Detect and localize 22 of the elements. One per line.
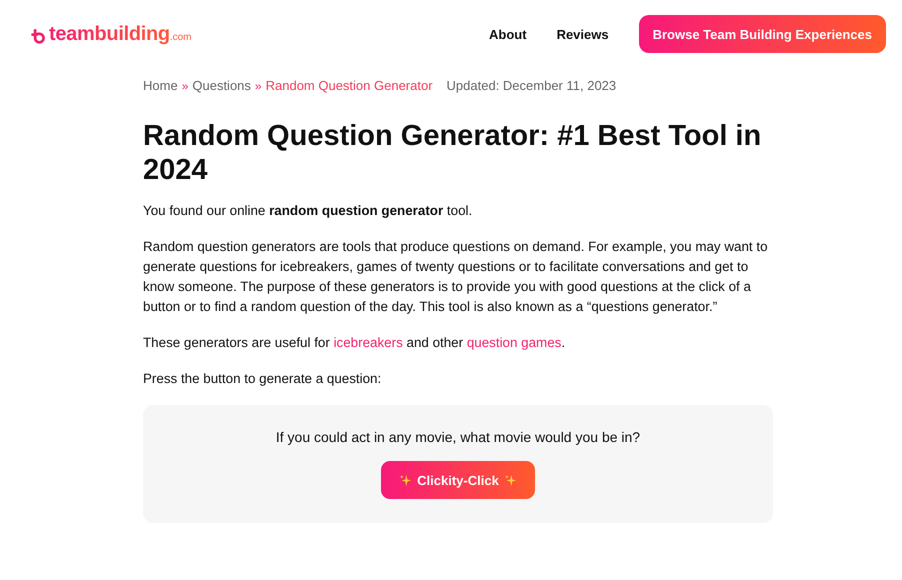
breadcrumb-separator: » bbox=[182, 78, 188, 92]
sparkle-icon bbox=[504, 474, 517, 486]
generate-button[interactable]: Clickity-Click bbox=[381, 461, 535, 499]
breadcrumb-link[interactable]: Questions bbox=[192, 78, 251, 93]
text-link[interactable]: icebreakers bbox=[334, 335, 403, 350]
breadcrumb-link[interactable]: Home bbox=[143, 78, 178, 93]
paragraph: You found our online random question generator tool. bbox=[143, 202, 474, 220]
breadcrumb-link[interactable]: Random Question Generator bbox=[266, 78, 433, 93]
paragraph: Random question generators are tools that produce questions on demand. For example, you may want to generate questions for icebreakers, games of twenty questions or to facilitate conversations and get to know someone. The purpose of these generators is to provide you with good questions at the click of a button or to find a random question of the day. This tool is also known as a “questions generator.” bbox=[143, 238, 769, 316]
nav-link[interactable]: Reviews bbox=[556, 26, 609, 42]
paragraph: Press the button to generate a question: bbox=[143, 370, 382, 388]
sparkle-icon bbox=[399, 474, 412, 486]
browse-button[interactable]: Browse Team Building Experiences bbox=[638, 15, 886, 53]
nav-link[interactable]: About bbox=[489, 26, 527, 42]
paragraph-text: . bbox=[561, 335, 566, 350]
paragraph-text: These generators are useful for bbox=[143, 335, 331, 350]
question-text: If you could act in any movie, what movie would you be in? bbox=[276, 429, 640, 445]
page-title: Random Question Generator: #1 Best Tool in 2024 bbox=[143, 119, 762, 187]
text-link[interactable]: question games bbox=[466, 335, 562, 350]
paragraph-text: and other bbox=[406, 335, 464, 350]
breadcrumb-separator: » bbox=[254, 78, 262, 92]
updated-date: Updated: December 11, 2023 bbox=[446, 78, 616, 93]
